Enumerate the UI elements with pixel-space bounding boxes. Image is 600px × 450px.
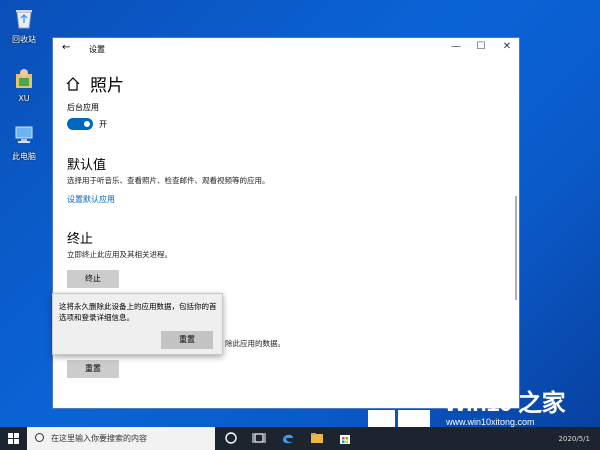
terminate-description: 立即终止此应用及其相关进程。 bbox=[67, 250, 172, 259]
toggle-knob bbox=[84, 121, 90, 127]
page-title: 照片 bbox=[90, 76, 124, 96]
flyout-message: 这将永久删除此设备上的应用数据，包括你的首选项和登录详细信息。 bbox=[59, 302, 217, 322]
home-icon[interactable] bbox=[66, 76, 80, 91]
recycle-bin-icon bbox=[16, 10, 32, 29]
back-arrow-icon[interactable]: ← bbox=[62, 42, 70, 53]
reset-confirm-flyout: 这将永久删除此设备上的应用数据，包括你的首选项和登录详细信息。 重置 bbox=[52, 293, 223, 355]
store-icon[interactable] bbox=[338, 431, 352, 445]
taskbar: 在这里输入你要搜索的内容 2020/5/1 bbox=[0, 427, 600, 450]
minimize-button[interactable]: — bbox=[445, 41, 467, 52]
start-button[interactable] bbox=[0, 427, 27, 450]
user-folder[interactable]: XU bbox=[6, 66, 42, 103]
windows-start-icon bbox=[8, 433, 19, 444]
watermark-url: www.win10xitong.com bbox=[446, 417, 535, 427]
user-folder-icon bbox=[16, 69, 32, 88]
user-folder-label: XU bbox=[18, 94, 30, 103]
defaults-title: 默认值 bbox=[67, 158, 107, 173]
title-bar: ← 设置 — ☐ ✕ bbox=[53, 38, 519, 59]
taskbar-search-box[interactable]: 在这里输入你要搜索的内容 bbox=[27, 427, 215, 450]
scrollbar[interactable] bbox=[515, 196, 517, 300]
file-explorer-icon[interactable] bbox=[310, 431, 324, 445]
defaults-description: 选择用于听音乐、查看照片、检查邮件、观看视频等的应用。 bbox=[67, 176, 270, 185]
set-default-apps-link[interactable]: 设置默认应用 bbox=[67, 194, 115, 205]
edge-browser-icon[interactable] bbox=[281, 431, 295, 445]
page-header: 照片 bbox=[66, 71, 124, 96]
background-apps-label: 后台应用 bbox=[67, 103, 99, 112]
this-pc-label: 此电脑 bbox=[12, 152, 36, 161]
reset-description: 除此应用的数据。 bbox=[225, 339, 285, 348]
recycle-bin[interactable]: 回收站 bbox=[6, 6, 42, 45]
search-icon bbox=[35, 433, 44, 442]
computer-icon bbox=[15, 126, 33, 143]
recycle-bin-label: 回收站 bbox=[12, 35, 36, 44]
cortana-icon[interactable] bbox=[224, 431, 238, 445]
close-button[interactable]: ✕ bbox=[496, 41, 518, 52]
background-apps-toggle[interactable] bbox=[67, 118, 93, 130]
terminate-button[interactable]: 终止 bbox=[67, 270, 119, 288]
this-pc[interactable]: 此电脑 bbox=[6, 123, 42, 162]
taskbar-clock[interactable]: 2020/5/1 bbox=[559, 435, 590, 443]
terminate-title: 终止 bbox=[67, 232, 94, 247]
task-view-icon[interactable] bbox=[252, 431, 266, 445]
window-title: 设置 bbox=[89, 45, 105, 54]
reset-button[interactable]: 重置 bbox=[67, 360, 119, 378]
maximize-button[interactable]: ☐ bbox=[470, 41, 492, 52]
watermark-title: Win10 之家 bbox=[444, 390, 566, 417]
toggle-state-label: 开 bbox=[99, 120, 107, 129]
confirm-reset-button[interactable]: 重置 bbox=[161, 331, 213, 349]
search-placeholder: 在这里输入你要搜索的内容 bbox=[51, 434, 147, 443]
